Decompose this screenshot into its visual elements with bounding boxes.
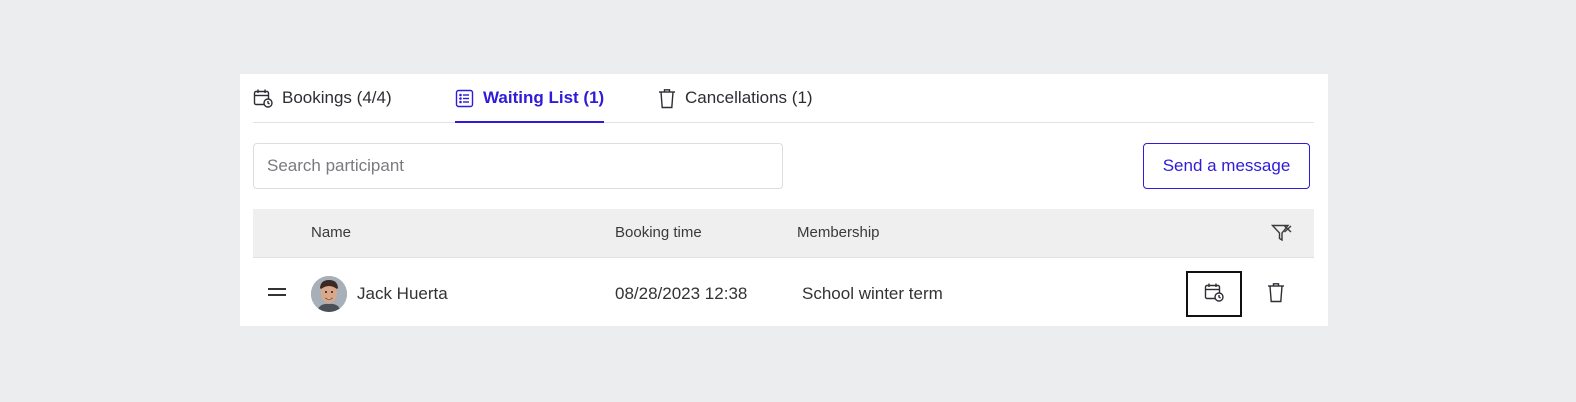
tab-bookings[interactable]: Bookings (4/4) (253, 74, 392, 122)
column-header-name: Name (311, 224, 352, 241)
delete-icon[interactable] (1267, 282, 1285, 308)
table-row: Jack Huerta 08/28/2023 12:38 School wint… (253, 258, 1314, 326)
membership: School winter term (802, 284, 943, 303)
tab-waiting-list-label: Waiting List (1) (483, 88, 605, 107)
trash-icon (658, 88, 676, 109)
waiting-list-panel: Bookings (4/4) Waiting List (1) Cancella… (240, 74, 1328, 326)
calendar-clock-icon (1204, 282, 1224, 307)
column-header-membership: Membership (797, 224, 880, 241)
tab-bar: Bookings (4/4) Waiting List (1) Cancella… (253, 74, 1314, 123)
column-header-booking-time: Booking time (615, 224, 702, 241)
table-header: Name Booking time Membership (253, 209, 1314, 258)
filter-icon[interactable] (1270, 223, 1293, 248)
move-to-bookings-button[interactable] (1186, 271, 1242, 317)
avatar (311, 276, 347, 312)
participant-name[interactable]: Jack Huerta (357, 258, 448, 330)
drag-handle-icon[interactable] (267, 285, 287, 304)
send-message-button[interactable]: Send a message (1143, 143, 1310, 189)
tab-waiting-list[interactable]: Waiting List (1) (455, 74, 605, 123)
calendar-clock-icon (253, 88, 273, 108)
tab-cancellations[interactable]: Cancellations (1) (658, 74, 813, 122)
booking-time: 08/28/2023 12:38 (615, 284, 748, 303)
tab-bookings-label: Bookings (4/4) (282, 88, 392, 107)
search-input[interactable] (253, 143, 783, 189)
list-icon (455, 89, 474, 108)
tab-cancellations-label: Cancellations (1) (685, 88, 813, 107)
